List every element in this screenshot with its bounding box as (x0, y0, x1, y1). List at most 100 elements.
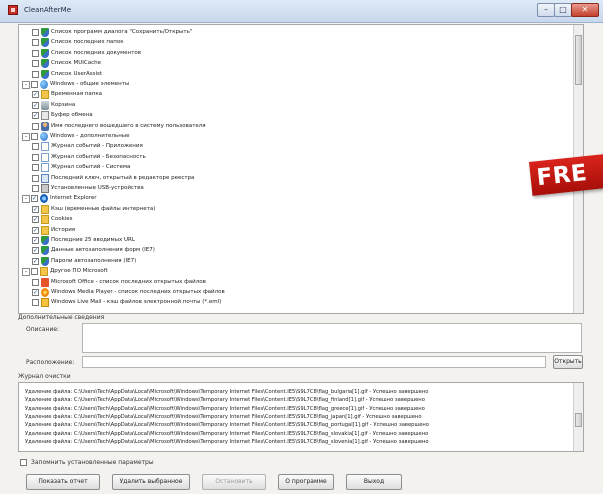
edit-icon (41, 173, 49, 183)
document-icon (41, 142, 49, 152)
expand-toggle[interactable]: - (22, 268, 30, 277)
description-field (82, 323, 582, 353)
shield-icon (41, 48, 49, 58)
tree-item-checkbox[interactable] (32, 153, 39, 161)
tree-item-checkbox[interactable] (32, 29, 39, 36)
tree-item-checkbox[interactable]: ✓ (32, 91, 39, 99)
tree-item-label: История (51, 226, 76, 233)
expand-toggle[interactable]: - (22, 133, 30, 141)
document-icon (41, 152, 49, 162)
remember-settings-checkbox[interactable] (20, 459, 27, 466)
tree-item-checkbox[interactable] (31, 133, 38, 140)
minimize-button[interactable]: – (537, 3, 555, 17)
shield-icon (41, 236, 49, 245)
tree-item-label: Корзина (51, 101, 76, 108)
folder-icon (41, 204, 49, 214)
remember-settings-label: Запомнить установленные параметры (31, 459, 154, 466)
tree-item-checkbox[interactable] (32, 299, 39, 307)
tree-item-checkbox[interactable]: ✓ (32, 101, 39, 109)
tree-item-label: Журнал событий - Система (51, 164, 131, 171)
tree-item-checkbox[interactable]: ✓ (32, 289, 39, 296)
tree-item-label: Журнал событий - Приложения (51, 143, 143, 150)
tree-item-label: Windows Media Player - список последних … (51, 289, 225, 295)
tree-item-label: Журнал событий - Безопасность (51, 153, 146, 160)
tree-item-label: Cookies (51, 216, 73, 223)
tree-item-label: Последний ключ, открытый в редакторе рее… (51, 174, 195, 181)
log-scrollbar[interactable] (573, 383, 583, 451)
stop-button[interactable]: Остановить (202, 474, 266, 490)
shield-icon (41, 38, 49, 48)
location-label: Расположение: (26, 359, 75, 366)
tree-item-checkbox[interactable]: ✓ (32, 226, 39, 234)
tree-item-label: Кэш (временные файлы интернета) (51, 205, 156, 212)
folder-icon (41, 215, 49, 225)
free-badge-text: FRE (535, 160, 589, 192)
tree-item-label: Установленные USB-устройства (51, 185, 144, 191)
office-icon (41, 277, 49, 287)
tree-item-checkbox[interactable] (32, 174, 39, 182)
delete-selected-button[interactable]: Удалить выбранное (112, 474, 190, 490)
exit-button[interactable]: Выход (346, 474, 402, 490)
ie-icon (40, 194, 48, 204)
tree-item-checkbox[interactable] (31, 81, 38, 88)
folder-icon (40, 267, 48, 277)
shield-icon (41, 246, 49, 256)
tree-item-label: Список последних документов (51, 49, 142, 56)
tree-item-checkbox[interactable] (32, 122, 39, 130)
tree-item-checkbox[interactable]: ✓ (32, 112, 39, 120)
tree-item-checkbox[interactable] (32, 70, 39, 78)
tree-item-checkbox[interactable]: ✓ (31, 195, 38, 203)
globe-icon (40, 80, 48, 89)
tree-item-checkbox[interactable] (32, 278, 39, 286)
globe-icon (40, 132, 48, 141)
expand-toggle[interactable]: - (22, 81, 30, 89)
maximize-button[interactable]: □ (554, 3, 572, 17)
shield-icon (41, 59, 49, 69)
media-player-icon (41, 288, 49, 297)
tree-scroll-thumb[interactable] (575, 35, 582, 85)
tree-item-checkbox[interactable]: ✓ (32, 216, 39, 224)
tree-item-checkbox[interactable] (32, 185, 39, 192)
close-button[interactable]: ✕ (571, 3, 599, 17)
tree-item-label: Список UserAssist (51, 70, 103, 77)
log-line: Удаление файла: C:\Users\Tech\AppData\Lo… (25, 405, 425, 412)
shield-icon (41, 28, 49, 37)
folder-icon (41, 225, 49, 235)
log-line: Удаление файла: C:\Users\Tech\AppData\Lo… (25, 413, 422, 420)
tree-item-label: Windows - дополнительные (50, 133, 130, 139)
tree-item-checkbox[interactable] (32, 49, 39, 57)
mail-icon (41, 298, 49, 308)
tree-item-checkbox[interactable] (32, 60, 39, 68)
clipboard-icon (41, 111, 49, 121)
tree-item-checkbox[interactable] (32, 143, 39, 151)
cleanup-items-tree[interactable]: Список программ диалога "Сохранить/Откры… (18, 24, 584, 314)
cleanup-log[interactable]: Удаление файла: C:\Users\Tech\AppData\Lo… (18, 382, 584, 452)
tree-item-checkbox[interactable]: ✓ (32, 237, 39, 244)
tree-item-label: Список программ диалога "Сохранить/Откры… (51, 29, 193, 35)
tree-item-checkbox[interactable] (32, 164, 39, 172)
log-line: Удаление файла: C:\Users\Tech\AppData\Lo… (25, 389, 429, 395)
tree-item-checkbox[interactable]: ✓ (32, 205, 39, 213)
tree-item-label: Буфер обмена (51, 112, 93, 119)
tree-item-checkbox[interactable] (32, 39, 39, 47)
log-section-label: Журнал очистки (18, 373, 71, 380)
tree-item-checkbox[interactable]: ✓ (32, 257, 39, 265)
log-line: Удаление файла: C:\Users\Tech\AppData\Lo… (25, 430, 429, 437)
about-button[interactable]: О программе (278, 474, 334, 490)
tree-item-checkbox[interactable] (31, 268, 38, 276)
tree-item-label: Последние 25 вводимых URL (51, 237, 135, 243)
open-location-button[interactable]: Открыть (553, 355, 583, 369)
description-label: Описание: (26, 326, 60, 333)
tree-item-checkbox[interactable]: ✓ (32, 247, 39, 255)
tree-item-label: Данные автозаполнения форм (IE7) (51, 247, 155, 254)
location-field[interactable] (82, 356, 546, 368)
expand-toggle[interactable]: - (22, 195, 30, 204)
log-scroll-thumb[interactable] (575, 413, 582, 427)
tree-item-label: Имя последнего вошедшего в систему польз… (51, 122, 206, 129)
show-report-button[interactable]: Показать отчет (26, 474, 100, 490)
tree-item-label: Временная папка (51, 91, 103, 98)
shield-icon (41, 256, 49, 266)
tree-item-label: Windows - общие элементы (50, 81, 130, 87)
usb-icon (41, 184, 49, 193)
folder-icon (41, 90, 49, 100)
